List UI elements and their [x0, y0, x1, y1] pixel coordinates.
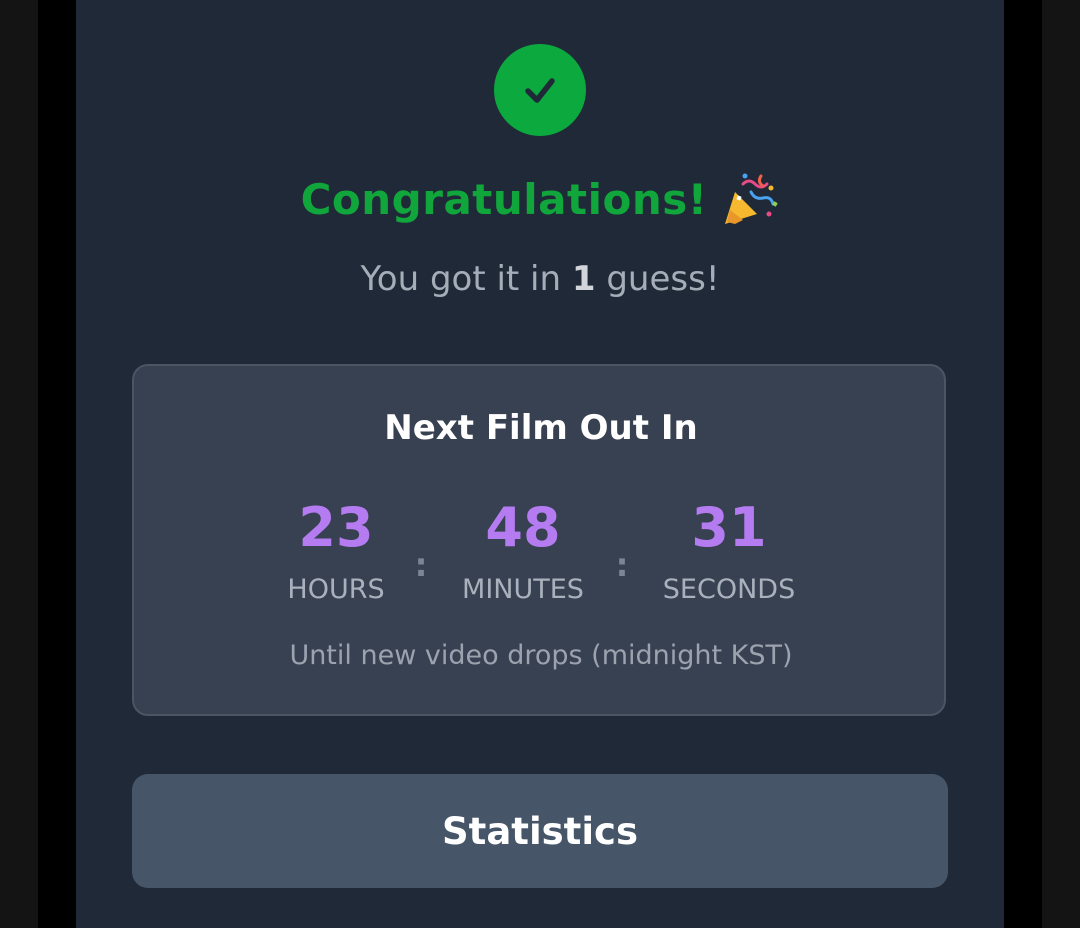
countdown-card: Next Film Out In 23 HOURS : 48 MINUTES :…: [132, 364, 946, 716]
success-badge: [494, 44, 586, 136]
countdown-title: Next Film Out In: [384, 408, 698, 448]
result-modal: Congratulations! You got it in 1 guess! …: [76, 0, 1004, 928]
left-backdrop: [0, 0, 38, 928]
minutes-value: 48: [485, 496, 561, 559]
statistics-button[interactable]: Statistics: [132, 774, 948, 888]
guess-summary: You got it in 1 guess!: [76, 254, 1004, 304]
checkmark-icon: [525, 78, 555, 103]
right-backdrop: [1042, 0, 1080, 928]
seconds-value: 31: [691, 496, 767, 559]
minutes-label: MINUTES: [462, 574, 584, 605]
guess-count: 1: [571, 259, 596, 299]
congrats-title: Congratulations!: [300, 174, 708, 224]
countdown-minutes: 48 MINUTES: [413, 494, 633, 608]
countdown-note: Until new video drops (midnight KST): [289, 640, 793, 671]
countdown-seconds: 31 SECONDS: [619, 494, 839, 608]
guess-suffix: guess!: [595, 259, 720, 299]
congrats-heading: Congratulations!: [76, 166, 1004, 232]
guess-prefix: You got it in: [360, 259, 572, 299]
party-popper-icon: [725, 173, 779, 224]
seconds-label: SECONDS: [662, 574, 796, 605]
